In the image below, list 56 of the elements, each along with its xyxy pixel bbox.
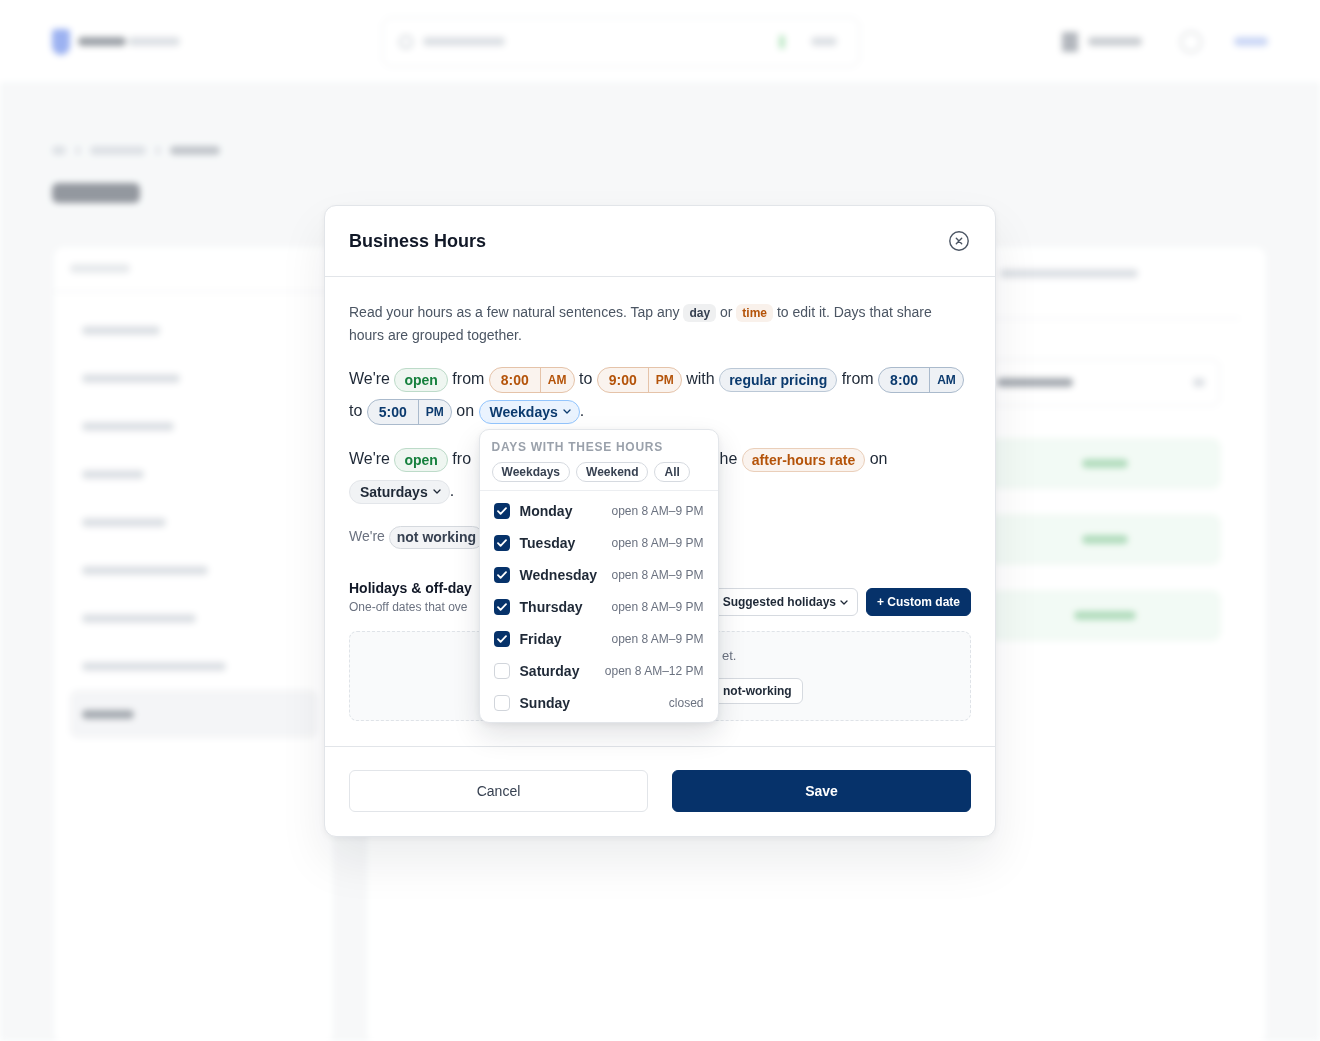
cancel-button[interactable]: Cancel <box>349 770 648 812</box>
day-name: Monday <box>519 502 573 519</box>
checkmark-icon <box>496 570 507 579</box>
day-name: Wednesday <box>519 566 598 583</box>
day-name: Friday <box>519 630 562 647</box>
time-chip[interactable]: 5:00 PM <box>366 398 452 425</box>
day-name: Thursday <box>519 598 583 615</box>
section-subtitle: One-off dates that ove <box>349 599 468 616</box>
value-tag[interactable]: open <box>394 447 448 472</box>
intro-text: Read your hours as a few natural sentences. Tap any day or time to edit it. Days that share hours are grouped together. <box>349 303 933 345</box>
day-hours: open 8 AM–9 PM <box>611 535 704 550</box>
checkbox[interactable] <box>493 598 510 615</box>
checkbox[interactable] <box>493 502 510 519</box>
value-tag[interactable]: regular pricing <box>719 367 838 392</box>
checkbox[interactable] <box>493 630 510 647</box>
checkmark-icon <box>496 538 507 547</box>
chevron-down-icon <box>840 599 848 605</box>
day-hours: open 8 AM–9 PM <box>611 567 704 582</box>
day-hours: open 8 AM–12 PM <box>604 663 704 678</box>
time-chip[interactable]: 9:00 PM <box>596 366 682 393</box>
hint-tag: time <box>736 304 773 323</box>
day-name: Sunday <box>519 694 571 711</box>
preset-chip[interactable]: Weekend <box>576 461 649 482</box>
time-chip[interactable]: 8:00 AM <box>878 366 964 393</box>
add-date-button[interactable]: + Custom date <box>866 588 971 616</box>
day-hours: open 8 AM–9 PM <box>611 599 704 614</box>
close-button[interactable] <box>948 230 970 252</box>
value-tag[interactable]: open <box>394 367 448 392</box>
day-hours: open 8 AM–9 PM <box>611 631 704 646</box>
preset-chip[interactable]: Weekdays <box>491 461 570 482</box>
time-chip[interactable]: 8:00 AM <box>488 366 575 393</box>
value-tag[interactable]: after-hours rate <box>741 447 866 472</box>
chevron-down-icon <box>432 489 441 495</box>
checkmark-icon <box>496 506 507 515</box>
chevron-down-icon <box>562 409 571 415</box>
checkmark-icon <box>496 634 507 643</box>
empty-state-text: et. <box>722 647 737 665</box>
days-dropdown[interactable]: Weekdays <box>478 399 580 424</box>
day-hours: closed <box>668 695 704 710</box>
section-title: Holidays & off-day <box>349 579 472 598</box>
checkbox[interactable] <box>493 662 510 679</box>
day-name: Tuesday <box>519 534 576 551</box>
hours-sentence: We're open from 8:00 AM to 9:00 PM with regular pricing from 8:00 AM to 5:00 PM on Weekdays . <box>349 363 971 427</box>
checkmark-icon <box>496 602 507 611</box>
close-icon <box>949 231 969 251</box>
day-hours: open 8 AM–9 PM <box>611 503 704 518</box>
checkbox[interactable] <box>493 534 510 551</box>
days-dropdown[interactable]: Saturdays <box>349 479 450 504</box>
preset-chip[interactable]: All <box>654 461 690 482</box>
checkbox[interactable] <box>493 566 510 583</box>
popover-heading: DAYS WITH THESE HOURS <box>491 438 663 455</box>
save-button[interactable]: Save <box>672 770 971 812</box>
day-name: Saturday <box>519 662 580 679</box>
checkbox[interactable] <box>493 694 510 711</box>
hint-tag: day <box>683 304 717 323</box>
dialog-title: Business Hours <box>349 230 487 252</box>
